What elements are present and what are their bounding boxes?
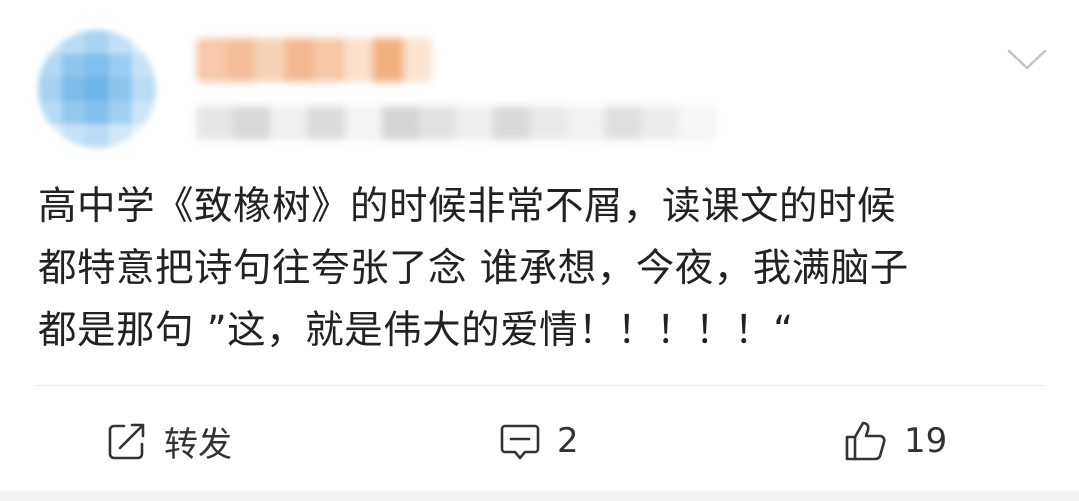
like-button[interactable]: 19	[842, 412, 947, 470]
like-count: 19	[904, 421, 948, 461]
repost-button[interactable]: 转发	[104, 412, 232, 470]
comment-count: 2	[557, 421, 579, 461]
post-text-line: 高中学《致橡树》的时候非常不屑，读课文的时候	[38, 184, 897, 229]
post-text-line: 都是那句 ”这，就是伟大的爱情！！！！！“	[38, 308, 794, 353]
share-square-icon	[104, 418, 150, 464]
post-text: 高中学《致橡树》的时候非常不屑，读课文的时候 都特意把诗句往夸张了念 谁承想，今…	[38, 176, 1048, 362]
thumbs-up-icon	[842, 417, 890, 465]
avatar[interactable]	[38, 30, 156, 148]
comment-bubble-icon	[497, 418, 543, 464]
weibo-post-card: 高中学《致橡树》的时候非常不屑，读课文的时候 都特意把诗句往夸张了念 谁承想，今…	[0, 0, 1079, 501]
bottom-separator	[0, 491, 1079, 501]
repost-label: 转发	[164, 424, 232, 465]
post-text-line: 都特意把诗句往夸张了念 谁承想，今夜，我满脑子	[38, 246, 909, 291]
comment-button[interactable]: 2	[497, 412, 579, 470]
action-bar: 转发 2 19	[0, 412, 1079, 470]
post-meta-redacted	[196, 106, 716, 140]
chevron-down-icon[interactable]	[1003, 42, 1051, 76]
username-redacted[interactable]	[196, 38, 432, 82]
divider	[34, 385, 1045, 386]
